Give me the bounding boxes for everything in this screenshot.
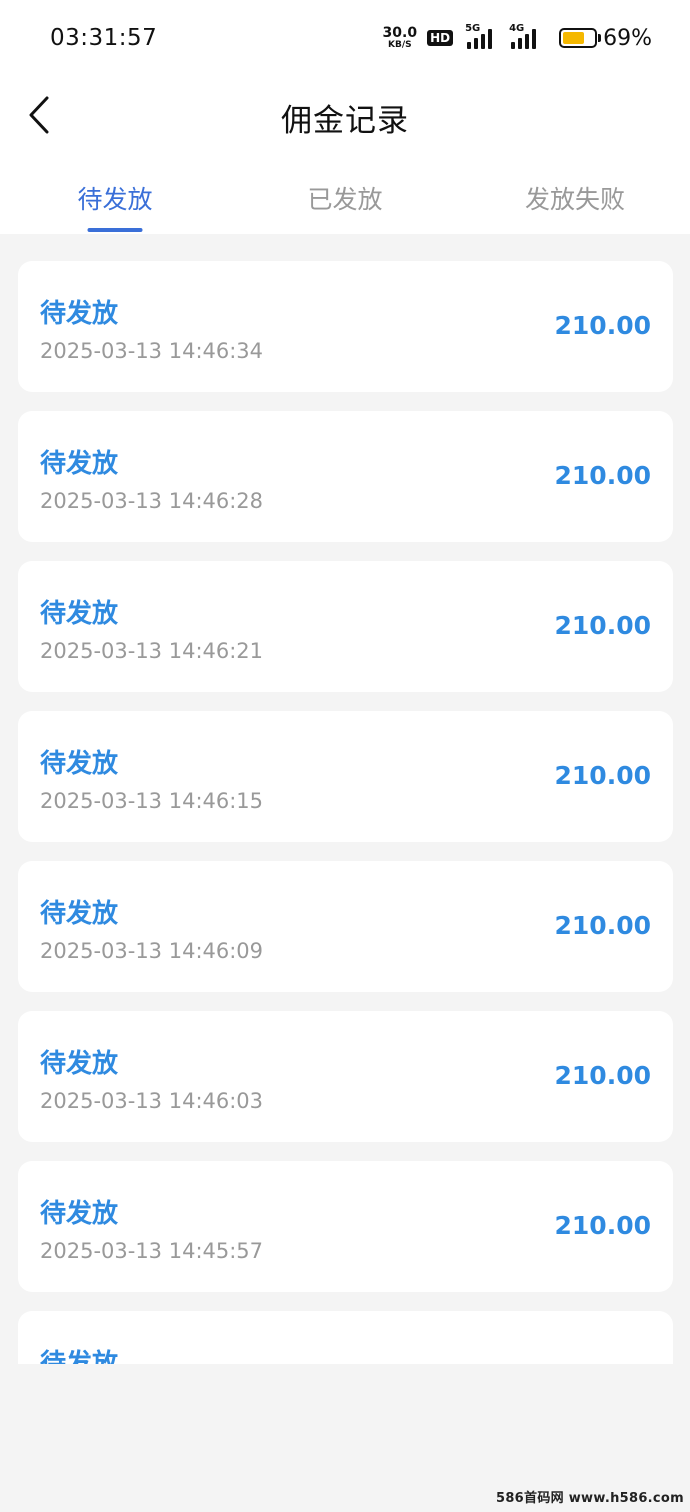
nav-header: 佣金记录	[0, 76, 690, 158]
battery-icon	[559, 28, 602, 48]
tab-issued[interactable]: 已发放	[230, 158, 460, 234]
network-speed: 30.0 KB/S	[383, 26, 418, 50]
record-amount: 210.00	[554, 611, 651, 640]
record-amount: 210.00	[554, 461, 651, 490]
status-time: 03:31:57	[50, 25, 158, 51]
tab-active-indicator	[87, 228, 143, 232]
status-tabs: 待发放 已发放 发放失败	[0, 158, 690, 234]
record-time: 2025-03-13 14:46:21	[40, 639, 264, 663]
signal-5g-icon: 5G	[465, 23, 495, 49]
record-card[interactable]: 待发放 2025-03-13 14:46:09 210.00	[18, 861, 673, 992]
signal-5g-label: 5G	[465, 23, 481, 34]
network-speed-value: 30.0	[382, 25, 418, 41]
record-card[interactable]: 待发放 2025-03-13 14:45:57 210.00	[18, 1161, 673, 1292]
tab-failed-label: 发放失败	[524, 185, 625, 214]
tab-pending[interactable]: 待发放	[0, 158, 230, 234]
record-status: 待发放	[40, 1199, 119, 1229]
hd-icon: HD	[427, 30, 454, 46]
back-button[interactable]	[16, 92, 62, 138]
record-amount: 210.00	[554, 1211, 651, 1240]
record-time: 2025-03-13 14:46:28	[40, 489, 264, 513]
tab-failed[interactable]: 发放失败	[460, 158, 690, 234]
tab-issued-label: 已发放	[307, 185, 383, 214]
record-time: 2025-03-13 14:46:34	[40, 339, 264, 363]
record-status: 待发放	[40, 1349, 119, 1364]
record-time: 2025-03-13 14:46:15	[40, 789, 264, 813]
record-time: 2025-03-13 14:45:57	[40, 1239, 264, 1263]
record-amount: 210.00	[554, 761, 651, 790]
record-status: 待发放	[40, 899, 119, 929]
record-status: 待发放	[40, 299, 119, 329]
record-time: 2025-03-13 14:46:09	[40, 939, 264, 963]
record-card[interactable]: 待发放 2025-03-13 14:46:28 210.00	[18, 411, 673, 542]
page-title: 佣金记录	[281, 102, 409, 139]
commission-record-list[interactable]: 待发放 2025-03-13 14:46:34 210.00 待发放 2025-…	[0, 234, 690, 1364]
record-status: 待发放	[40, 449, 119, 479]
signal-4g-label: 4G	[509, 23, 525, 34]
battery-fill	[563, 32, 584, 44]
record-status: 待发放	[40, 599, 119, 629]
record-card[interactable]: 待发放 2025-03-13 14:46:15 210.00	[18, 711, 673, 842]
signal-4g-icon: 4G	[509, 23, 541, 49]
record-card[interactable]: 待发放 2025-03-13 14:46:03 210.00	[18, 1011, 673, 1142]
record-card[interactable]: 待发放	[18, 1311, 673, 1364]
record-card[interactable]: 待发放 2025-03-13 14:46:34 210.00	[18, 261, 673, 392]
record-status: 待发放	[40, 749, 119, 779]
record-amount: 210.00	[554, 1061, 651, 1090]
status-icons: 30.0 KB/S HD 5G 4G 69%	[383, 23, 652, 51]
watermark-text: 586首码网 www.h586.com	[495, 1491, 684, 1506]
commission-records-screen: 03:31:57 30.0 KB/S HD 5G 4G 69% 佣金记录 待发放…	[0, 0, 690, 1512]
record-amount: 210.00	[554, 311, 651, 340]
record-status: 待发放	[40, 1049, 119, 1079]
record-time: 2025-03-13 14:46:03	[40, 1089, 264, 1113]
record-amount: 210.00	[554, 911, 651, 940]
chevron-left-icon	[29, 96, 49, 134]
tab-pending-label: 待发放	[77, 185, 153, 214]
record-card[interactable]: 待发放 2025-03-13 14:46:21 210.00	[18, 561, 673, 692]
network-speed-unit: KB/S	[388, 40, 412, 50]
status-bar: 03:31:57 30.0 KB/S HD 5G 4G 69%	[0, 0, 690, 76]
bottom-blank-area: 586首码网 www.h586.com	[0, 1364, 690, 1512]
battery-indicator: 69%	[559, 26, 652, 51]
battery-percentage: 69%	[603, 25, 652, 51]
